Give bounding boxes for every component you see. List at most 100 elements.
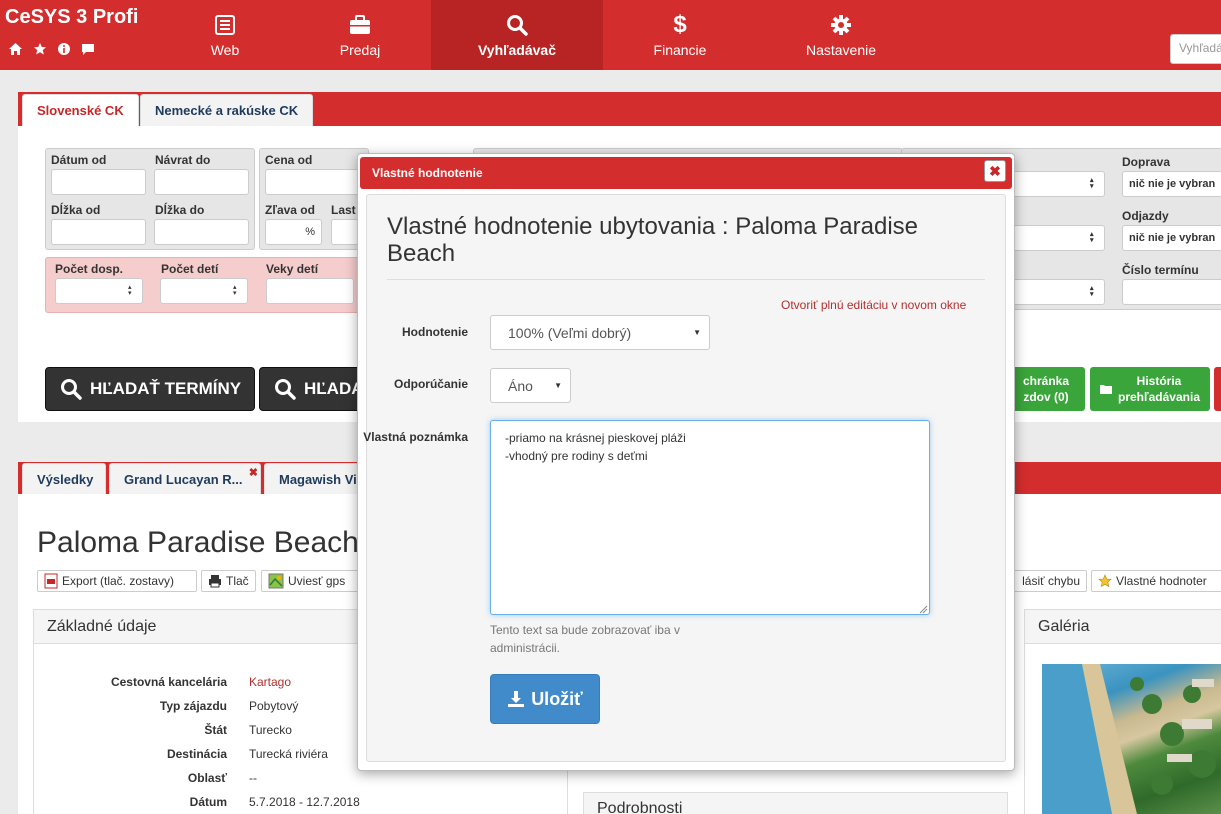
label-zlava-od: Zľava od (265, 203, 315, 217)
brand-logo[interactable]: CeSYS 3 Profi (5, 6, 138, 29)
nav-predaj[interactable]: Predaj (315, 0, 405, 70)
pdf-icon (44, 573, 58, 589)
dlzka-do-input[interactable] (154, 219, 249, 245)
search-icon (61, 379, 82, 400)
label-veky-deti: Veky detí (266, 262, 319, 276)
gear-icon (830, 12, 852, 38)
label-dlzka-do: Dĺžka do (155, 203, 205, 217)
red-button-edge[interactable] (1214, 367, 1221, 411)
recommend-select[interactable]: Áno ▼ (490, 368, 571, 403)
info-key: Štát (204, 723, 227, 737)
label-last: Last (331, 203, 356, 217)
rating-value: 100% (Veľmi dobrý) (508, 325, 632, 341)
caret-down-icon: ▼ (554, 381, 562, 390)
dlzka-od-input[interactable] (51, 219, 146, 245)
open-full-edit-link[interactable]: Otvoriť plnú editáciu v novom okne (781, 298, 966, 312)
label-navrat-do: Návrat do (155, 153, 211, 167)
export-button[interactable]: Export (tlač. zostavy) (37, 570, 197, 592)
filter-select-3[interactable]: e (1000, 279, 1105, 305)
top-navbar: CeSYS 3 Profi Web Predaj Vyhľadávač $ Fi… (0, 0, 1221, 70)
hotel-title: Paloma Paradise Beach (37, 526, 359, 559)
button-label: Export (tlač. zostavy) (62, 574, 175, 588)
save-label: Uložiť (531, 688, 583, 709)
nav-vyhladavac[interactable]: Vyhľadávač (431, 0, 603, 70)
nav-label: Financie (653, 42, 707, 58)
info-value-link[interactable]: Kartago (249, 675, 291, 689)
zlava-od-input[interactable]: % (265, 219, 322, 245)
button-label: História prehľadávania (1118, 374, 1200, 404)
download-icon (508, 691, 525, 707)
list-icon (215, 12, 235, 38)
star-icon[interactable] (32, 41, 47, 56)
info-key: Dátum (189, 795, 227, 809)
nav-web[interactable]: Web (185, 0, 265, 70)
note-textarea[interactable]: -priamo na krásnej pieskovej pláži -vhod… (490, 420, 930, 615)
tab-magawish[interactable]: Magawish Vi (264, 463, 359, 494)
info-value: -- (249, 771, 257, 785)
datum-od-input[interactable] (51, 169, 146, 195)
save-button[interactable]: Uložiť (490, 674, 600, 724)
gps-button[interactable]: Uviesť gps (261, 570, 359, 592)
nav-label: Nastavenie (805, 42, 877, 58)
dollar-icon: $ (673, 11, 687, 38)
info-value: 5.7.2018 - 12.7.2018 (249, 795, 360, 809)
info-value: Pobytový (249, 699, 299, 713)
tab-label: Grand Lucayan R... (124, 472, 243, 487)
comment-icon[interactable] (80, 41, 95, 56)
tab-slovenske-ck[interactable]: Slovenské CK (22, 94, 139, 126)
info-key: Oblasť (187, 771, 227, 785)
label-odjazdy: Odjazdy (1122, 209, 1169, 223)
cislo-terminu-input[interactable] (1122, 279, 1221, 305)
info-key: Destinácia (166, 747, 227, 761)
print-button[interactable]: Tlač (201, 570, 256, 592)
modal-divider (387, 279, 985, 280)
navrat-do-input[interactable] (154, 169, 249, 195)
button-label: Tlač (226, 574, 249, 588)
button-label: Vlastné hodnoter (1116, 574, 1207, 588)
tab-grand-lucayan[interactable]: Grand Lucayan R... ✖ (109, 463, 261, 494)
doprava-select[interactable]: nič nie je vybran (1122, 171, 1221, 197)
resize-handle[interactable] (918, 603, 928, 614)
label-cena-od: Cena od (265, 153, 313, 167)
gallery-photo[interactable] (1042, 664, 1221, 814)
search-terms-button[interactable]: HĽADAŤ TERMÍNY (45, 367, 255, 411)
rating-label: Hodnotenie (402, 325, 468, 339)
label-doprava: Doprava (1122, 155, 1171, 169)
report-error-button[interactable]: lásiť chybu (1005, 570, 1087, 592)
rating-select[interactable]: 100% (Veľmi dobrý) ▼ (490, 315, 710, 350)
tab-vysledky[interactable]: Výsledky (22, 463, 106, 494)
briefcase-icon (349, 12, 371, 38)
nav-label: Web (210, 42, 240, 58)
close-icon[interactable]: ✖ (249, 466, 258, 479)
filter-select-1[interactable]: e (1000, 171, 1105, 197)
home-icon[interactable] (8, 41, 23, 56)
nav-financie[interactable]: $ Financie (640, 0, 720, 70)
filter-select-2[interactable]: e (1000, 225, 1105, 251)
info-icon[interactable] (56, 41, 71, 56)
info-value: Turecká riviéra (249, 747, 328, 761)
label-cislo-terminu: Číslo termínu (1122, 263, 1199, 277)
search-icon (506, 12, 528, 38)
pocet-dosp-select[interactable] (55, 278, 143, 304)
details-box: Podrobnosti (583, 792, 1008, 814)
gallery-heading: Galéria (1025, 610, 1221, 644)
historia-button[interactable]: História prehľadávania (1090, 367, 1210, 411)
button-label: Uviesť gps (288, 574, 346, 588)
recommend-label: Odporúčanie (393, 377, 468, 391)
search-button-2[interactable]: HĽADA (259, 367, 369, 411)
cena-od-input[interactable] (265, 169, 360, 195)
note-label: Vlastná poznámka (363, 430, 468, 444)
custom-rating-button[interactable]: Vlastné hodnoter (1091, 570, 1221, 592)
global-search-input[interactable]: Vyhľadáv (1170, 34, 1221, 64)
label-datum-od: Dátum od (51, 153, 107, 167)
folder-icon (1100, 385, 1112, 394)
veky-deti-input[interactable] (266, 278, 354, 304)
nav-nastavenie[interactable]: Nastavenie (795, 0, 887, 70)
pocet-deti-select[interactable] (160, 278, 248, 304)
nav-label: Vyhľadávač (477, 42, 557, 58)
modal-title: Vlastné hodnotenie ubytovania : Paloma P… (387, 213, 919, 267)
tab-nemecke-ck[interactable]: Nemecké a rakúske CK (140, 94, 314, 126)
odjazdy-select[interactable]: nič nie je vybran (1122, 225, 1221, 251)
button-label: HĽADAŤ TERMÍNY (90, 379, 242, 398)
close-icon[interactable]: ✖ (984, 160, 1006, 182)
